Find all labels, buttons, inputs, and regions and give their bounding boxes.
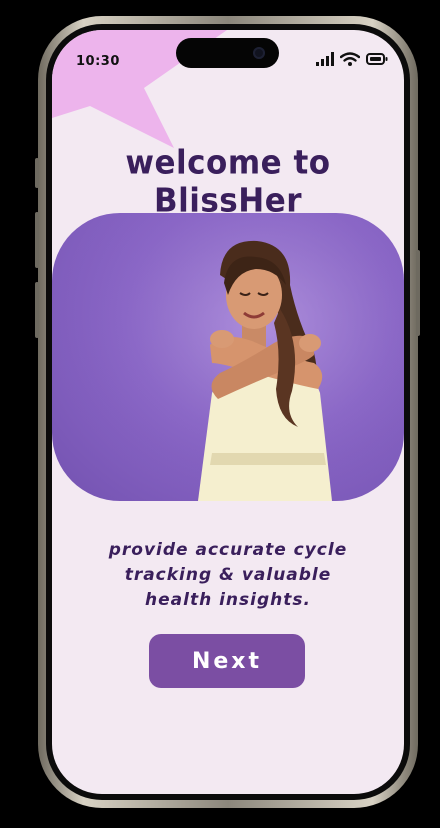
status-icons <box>316 52 388 66</box>
dynamic-island <box>176 38 279 68</box>
woman-hugging-self-illustration <box>52 213 404 501</box>
tagline-line: health insights. <box>145 590 311 610</box>
phone-silent-switch <box>35 158 39 188</box>
tagline-line: tracking & valuable <box>124 565 332 585</box>
tagline-line: provide accurate cycle <box>108 540 348 560</box>
next-button[interactable]: Next <box>149 634 305 688</box>
phone-volume-down <box>35 282 39 338</box>
signal-icon <box>316 52 334 66</box>
page-title: welcome to BlissHer <box>125 144 331 220</box>
wifi-icon <box>340 52 360 66</box>
front-camera <box>253 47 265 59</box>
battery-icon <box>366 53 388 65</box>
phone-volume-up <box>35 212 39 268</box>
onboarding-tagline: provide accurate cycle tracking & valuab… <box>82 538 374 613</box>
hero-image <box>52 213 404 501</box>
phone-power-button <box>416 250 420 336</box>
phone-screen: 10:30 welcome to BlissHer provide accura… <box>52 30 404 794</box>
status-time: 10:30 <box>76 54 120 69</box>
